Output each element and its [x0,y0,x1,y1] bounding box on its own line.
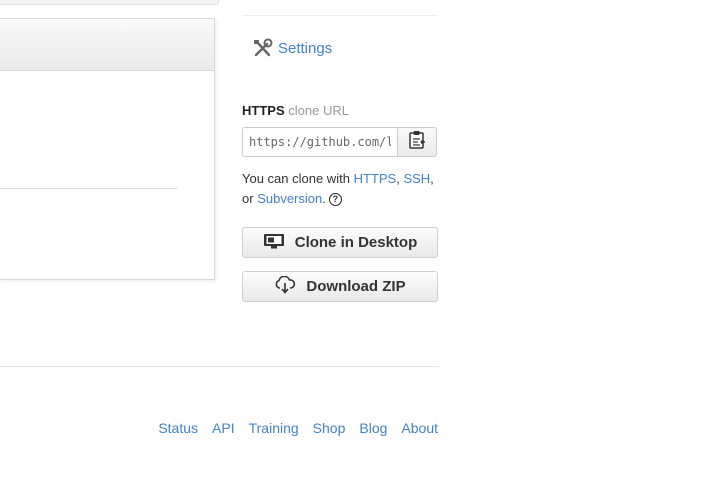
footer-link-shop[interactable]: Shop [313,420,346,436]
settings-label: Settings [278,40,333,57]
footer-link-status[interactable]: Status [158,420,198,436]
tools-icon [252,38,273,59]
clone-heading-suffix: clone URL [288,103,349,118]
panel-top-strip [0,0,219,5]
clone-protocol: HTTPS [242,103,285,118]
desktop-icon [263,233,295,253]
cloud-download-icon [274,275,306,298]
footer-links: Status API Training Shop Blog About [158,420,438,436]
clone-in-desktop-label: Clone in Desktop [294,234,418,251]
panel-header [0,19,214,71]
help-prefix: You can clone with [242,171,350,186]
https-link[interactable]: HTTPS [354,171,397,186]
settings-link[interactable]: Settings [252,38,332,59]
help-icon[interactable]: ? [328,193,342,206]
footer-link-blog[interactable]: Blog [359,420,387,436]
content-panel [0,18,215,280]
help-period: . [322,191,326,206]
clone-url-input[interactable] [242,127,397,157]
help-comma: , [396,171,400,186]
panel-divider [0,188,178,189]
download-zip-button[interactable]: Download ZIP [242,271,438,302]
footer-link-about[interactable]: About [401,420,438,436]
ssh-link[interactable]: SSH [403,171,430,186]
copy-to-clipboard-button[interactable] [397,127,437,157]
footer-link-training[interactable]: Training [249,420,299,436]
download-zip-label: Download ZIP [306,278,406,295]
subversion-link[interactable]: Subversion [257,191,322,206]
clone-url-box [242,127,437,157]
clone-help-text: You can clone with HTTPS, SSH, or Subver… [242,169,442,209]
footer-link-api[interactable]: API [212,420,235,436]
sidebar-top-divider [243,15,438,16]
clone-url-heading: HTTPS clone URL [242,103,349,118]
clipboard-icon [408,130,426,154]
footer-divider [0,366,438,367]
clone-in-desktop-button[interactable]: Clone in Desktop [242,227,438,258]
